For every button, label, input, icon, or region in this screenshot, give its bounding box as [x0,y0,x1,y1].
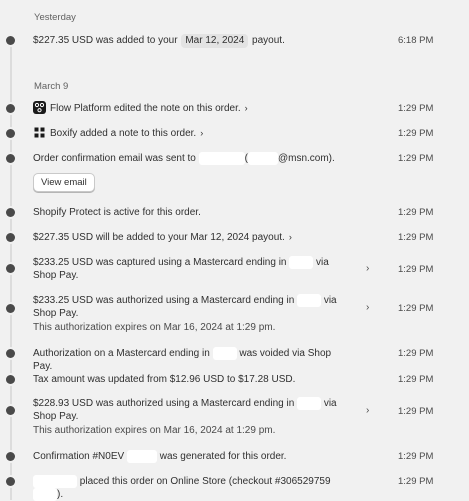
timeline-dot [6,264,15,273]
timeline-dot [6,349,15,358]
event-text: added a note to this order. [80,128,197,140]
timeline-dot [6,208,15,217]
event-time: 1:29 PM [398,374,434,385]
event-text: payout. [252,35,285,46]
authorization-expiry: This authorization expires on Mar 16, 20… [33,322,276,334]
timeline-dot [6,129,15,138]
event-text: edited the note on this order. [113,103,241,115]
timeline-dot [6,375,15,384]
redacted-customer-name [33,475,77,488]
event-time: 1:29 PM [398,232,434,243]
redacted-checkout-digits [33,488,57,501]
app-name[interactable]: Flow Platform [50,103,111,114]
event-time: 1:29 PM [398,348,434,359]
event-time: 1:29 PM [398,207,434,218]
event-time: 1:29 PM [398,103,434,114]
event-time: 6:18 PM [398,35,434,46]
event-time: 1:29 PM [398,128,434,139]
event-text: $228.93 USD was authorized using a Maste… [33,398,295,410]
payout-date-badge[interactable]: Mar 12, 2024 [181,34,249,48]
chevron-right-icon[interactable]: › [245,103,248,113]
date-header-march9: March 9 [34,81,69,92]
chevron-right-icon[interactable]: › [366,405,369,416]
redacted-confirmation [126,450,157,463]
redacted-card-digits [212,347,237,360]
event-time: 1:29 PM [398,406,434,417]
chevron-right-icon[interactable]: › [366,263,369,274]
view-email-button[interactable]: View email [33,173,95,192]
boxify-app-icon [33,126,46,139]
event-time: 1:29 PM [398,451,434,462]
redacted-name [198,152,245,165]
timeline-dot [6,304,15,313]
event-text: was generated for this order. [159,451,287,463]
date-header-yesterday: Yesterday [34,12,76,23]
chevron-right-icon[interactable]: › [289,232,292,242]
flow-app-icon [33,101,46,114]
redacted-card-digits [297,397,322,410]
chevron-right-icon[interactable]: › [366,302,369,313]
timeline-dot [6,233,15,242]
chevron-right-icon[interactable]: › [200,128,203,138]
event-time: 1:29 PM [398,153,434,164]
event-time: 1:29 PM [398,476,434,487]
event-text: $233.25 USD was authorized using a Maste… [33,295,295,307]
redacted-card-digits [297,294,322,307]
timeline-dot [6,477,15,486]
redacted-card-digits [289,256,314,269]
event-text: $227.35 USD will be added to your Mar 12… [33,232,285,243]
event-text: $233.25 USD was captured using a Masterc… [33,257,287,269]
event-text: Tax amount was updated from $12.96 USD t… [33,374,296,385]
redacted-email [247,152,278,165]
event-text: Shopify Protect is active for this order… [33,207,201,218]
timeline-dot [6,104,15,113]
timeline-dot [6,452,15,461]
event-text: $227.35 USD was added to your [33,35,178,46]
timeline-dot [6,406,15,415]
event-text: Order confirmation email was sent to [33,153,196,165]
confirmation-number: Confirmation #N0EV [33,451,125,463]
event-time: 1:29 PM [398,303,434,314]
email-domain: @msn.com). [277,153,335,165]
timeline-dot [6,154,15,163]
event-text: placed this order on Online Store (check… [79,476,331,488]
event-time: 1:29 PM [398,264,434,275]
authorization-expiry: This authorization expires on Mar 16, 20… [33,425,276,437]
timeline-dot [6,36,15,45]
app-name[interactable]: Boxify [50,128,77,139]
event-text: Authorization on a Mastercard ending in [33,348,210,360]
